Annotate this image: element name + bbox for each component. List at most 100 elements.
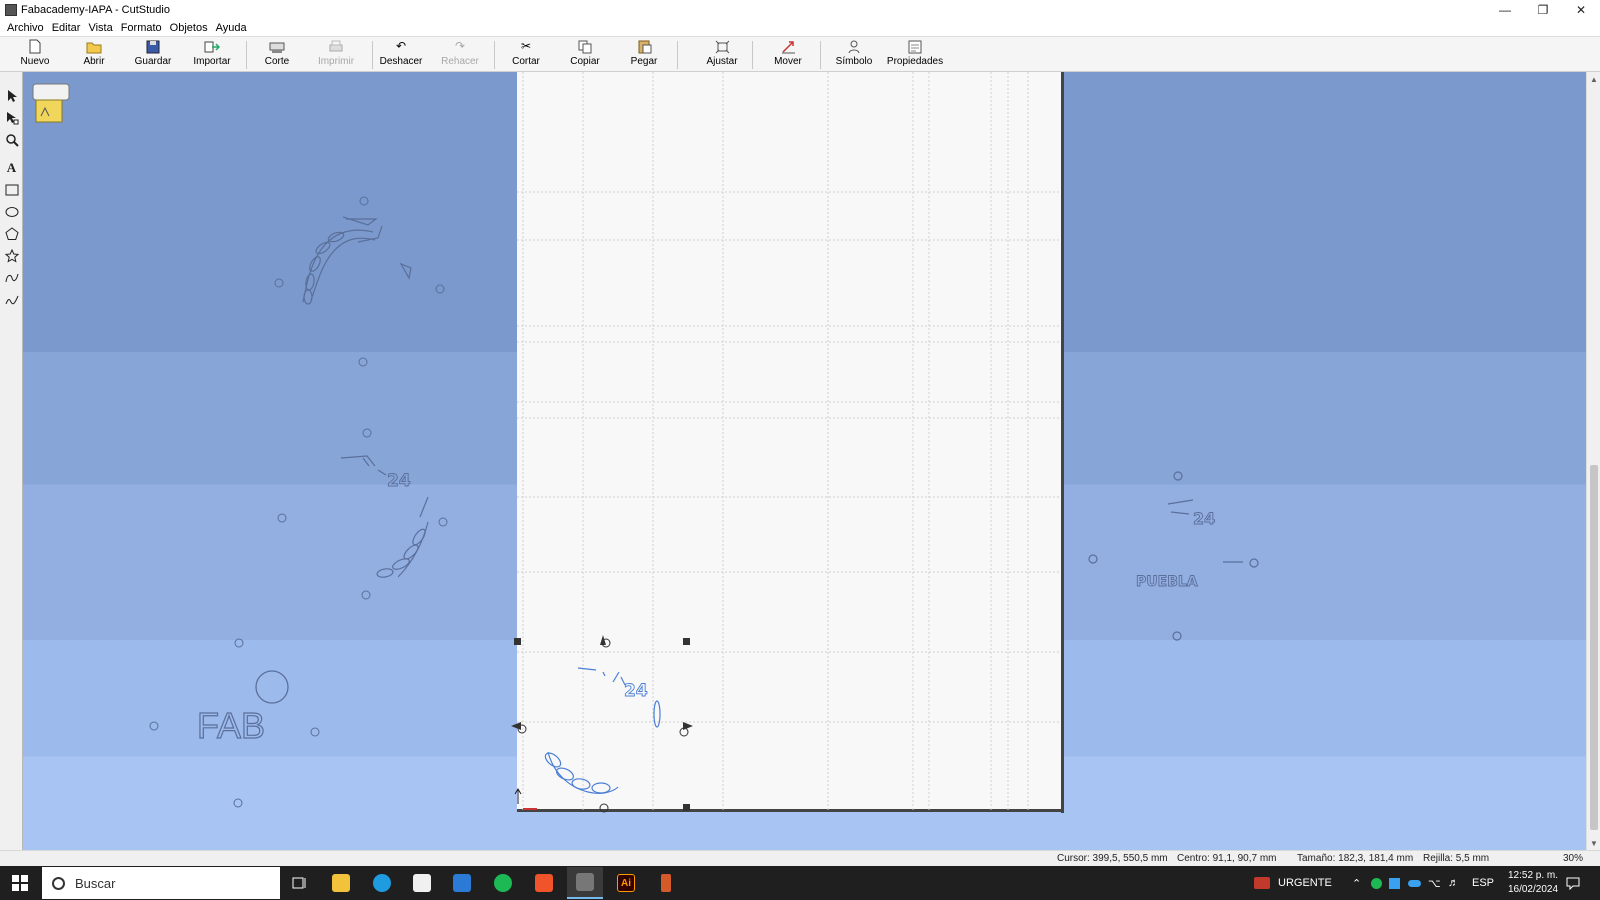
importar-button[interactable]: Importar: [184, 39, 240, 71]
abrir-button[interactable]: Abrir: [66, 39, 122, 71]
tray-spotify-icon[interactable]: [1371, 866, 1382, 900]
taskbar-search-placeholder: Buscar: [75, 875, 116, 891]
ghost-text-fab[interactable]: FAB: [196, 704, 265, 746]
tool-palette: A: [0, 72, 23, 850]
mover-button[interactable]: Mover: [760, 39, 816, 71]
fit-icon: [714, 39, 730, 54]
cutter-device-icon[interactable]: [32, 83, 70, 123]
star-icon[interactable]: [2, 246, 21, 266]
imprimir-label: Imprimir: [317, 56, 355, 67]
restore-icon[interactable]: ❐: [1524, 0, 1562, 20]
corte-button[interactable]: Corte: [249, 39, 305, 71]
guardar-button[interactable]: Guardar: [125, 39, 181, 71]
menu-bar: Archivo Editar Vista Formato Objetos Ayu…: [0, 20, 1600, 36]
importar-label: Importar: [193, 56, 231, 67]
ghost-text-24-right[interactable]: 24: [1193, 509, 1216, 529]
menu-editar[interactable]: Editar: [48, 22, 85, 34]
bezier-icon[interactable]: [2, 268, 21, 288]
spotify-icon[interactable]: [485, 867, 521, 899]
paste-icon: [636, 39, 652, 54]
ajustar-label: Ajustar: [706, 56, 738, 67]
close-icon[interactable]: ✕: [1562, 0, 1600, 20]
ghost-laurel-top[interactable]: [302, 216, 412, 305]
microsoft-store-icon[interactable]: [404, 867, 440, 899]
text-icon[interactable]: A: [2, 158, 21, 178]
rectangle-icon[interactable]: [2, 180, 21, 200]
deshacer-label: Deshacer: [379, 56, 423, 67]
mail-icon[interactable]: [444, 867, 480, 899]
task-view-icon[interactable]: [282, 867, 318, 899]
ghost-laurel-middle[interactable]: [340, 455, 429, 578]
propiedades-button[interactable]: Propiedades: [885, 39, 945, 71]
symbol-icon: [846, 39, 862, 54]
guardar-label: Guardar: [134, 56, 172, 67]
scroll-up-icon[interactable]: ▲: [1587, 72, 1600, 86]
pegar-label: Pegar: [630, 56, 658, 67]
print-icon: [328, 39, 344, 54]
onedrive-icon[interactable]: [1408, 866, 1421, 900]
save-icon: [145, 39, 161, 54]
pegar-button[interactable]: Pegar: [616, 39, 672, 71]
language-indicator[interactable]: ESP: [1472, 866, 1494, 900]
ghost-right-group[interactable]: [1088, 471, 1259, 641]
notifications-icon[interactable]: [1566, 866, 1580, 900]
status-cursor: Cursor: 399,5, 550,5 mm: [1057, 853, 1168, 864]
edge-browser-icon[interactable]: [364, 867, 400, 899]
freehand-icon[interactable]: [2, 290, 21, 310]
ghost-text-24-middle[interactable]: 24: [387, 471, 412, 492]
scissors-icon: ✂: [520, 39, 532, 53]
abrir-label: Abrir: [83, 56, 105, 67]
clock-date: 16/02/2024: [1507, 884, 1559, 895]
news-label: URGENTE: [1278, 877, 1332, 889]
menu-objetos[interactable]: Objetos: [166, 22, 212, 34]
ellipse-icon[interactable]: [2, 202, 21, 222]
mover-label: Mover: [774, 56, 802, 67]
move-icon: [780, 39, 796, 54]
tray-network-app-icon[interactable]: [1389, 866, 1400, 900]
simbolo-button[interactable]: Símbolo: [826, 39, 882, 71]
polygon-icon[interactable]: [2, 224, 21, 244]
toolbar-separator: [494, 41, 495, 69]
illustrator-icon[interactable]: Ai: [608, 867, 644, 899]
node-edit-icon[interactable]: [2, 108, 21, 128]
news-icon: [1254, 877, 1270, 889]
title-bar: Fabacademy-IAPA - CutStudio — ❐ ✕: [0, 0, 1600, 20]
imprimir-button[interactable]: Imprimir: [308, 39, 364, 71]
ajustar-button[interactable]: Ajustar: [694, 39, 750, 71]
cutstudio-taskbar-icon[interactable]: [567, 867, 603, 899]
menu-vista[interactable]: Vista: [84, 22, 116, 34]
drawing-canvas[interactable]: 24 FAB 24 PUEBLA 24: [23, 72, 1586, 850]
cortar-button[interactable]: ✂ Cortar: [498, 39, 554, 71]
menu-ayuda[interactable]: Ayuda: [212, 22, 251, 34]
news-widget[interactable]: URGENTE: [1254, 866, 1332, 900]
clock-time: 12:52 p. m.: [1507, 870, 1559, 881]
minimize-icon[interactable]: —: [1486, 0, 1524, 20]
wifi-icon[interactable]: ⌥: [1428, 866, 1441, 900]
windows-start-icon[interactable]: [0, 866, 40, 900]
cutting-sheet[interactable]: [517, 72, 1064, 813]
app-icon: [5, 4, 17, 16]
rehacer-button[interactable]: ↷ Rehacer: [432, 39, 488, 71]
ghost-text-puebla[interactable]: PUEBLA: [1136, 574, 1199, 591]
zoom-icon[interactable]: [2, 130, 21, 150]
deshacer-button[interactable]: ↶ Deshacer: [373, 39, 429, 71]
taskbar-search[interactable]: Buscar: [42, 867, 280, 899]
window-title: Fabacademy-IAPA - CutStudio: [21, 4, 170, 16]
vertical-scrollbar[interactable]: ▲ ▼: [1586, 72, 1600, 850]
volume-icon[interactable]: ♬: [1448, 866, 1459, 900]
scroll-down-icon[interactable]: ▼: [1587, 836, 1600, 850]
rehacer-label: Rehacer: [441, 56, 479, 67]
copiar-button[interactable]: Copiar: [557, 39, 613, 71]
app-pin-icon[interactable]: [648, 867, 684, 899]
file-explorer-icon[interactable]: [323, 867, 359, 899]
menu-archivo[interactable]: Archivo: [3, 22, 48, 34]
selected-text-24[interactable]: 24: [624, 681, 649, 702]
clock[interactable]: 12:52 p. m. 16/02/2024: [1502, 869, 1564, 897]
menu-formato[interactable]: Formato: [117, 22, 166, 34]
nuevo-button[interactable]: Nuevo: [7, 39, 63, 71]
toolbar: Nuevo Abrir Guardar Importar Corte Impri…: [0, 36, 1600, 72]
brave-browser-icon[interactable]: [526, 867, 562, 899]
scroll-thumb[interactable]: [1590, 465, 1598, 830]
pointer-icon[interactable]: [2, 86, 21, 106]
tray-chevron-icon[interactable]: ⌃: [1352, 866, 1361, 900]
